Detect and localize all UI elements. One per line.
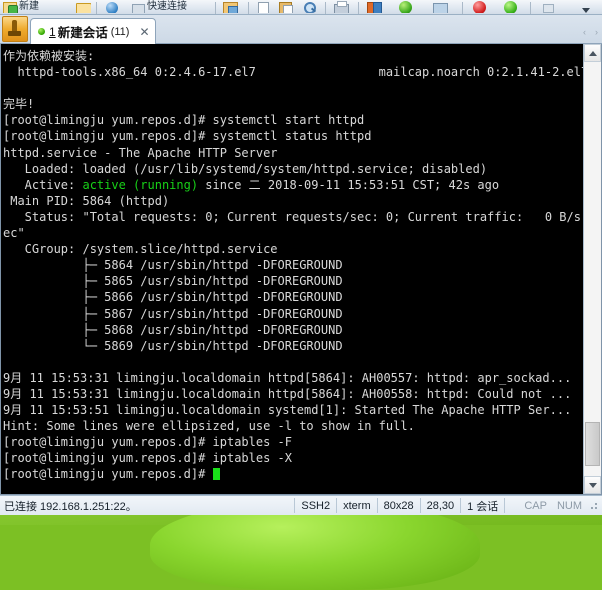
chevron-down-icon (588, 482, 597, 488)
terminal-line: [root@limingju yum.repos.d]# iptables -F (3, 435, 292, 450)
toolbar-button-connect[interactable] (104, 0, 120, 13)
toolbar-button-copy[interactable] (256, 0, 272, 13)
terminal-line: Active: active (running) since 二 2018-09… (3, 177, 500, 192)
terminal-line: ├─ 5865 /usr/sbin/httpd -DFOREGROUND (3, 274, 343, 289)
scrollbar-thumb[interactable] (585, 422, 600, 466)
sftp-icon (432, 0, 448, 13)
terminal-line: [root@limingju yum.repos.d]# systemctl s… (3, 129, 372, 144)
transfer-icon (222, 0, 238, 13)
status-protocol: SSH2 (294, 498, 336, 513)
terminal-line: CGroup: /system.slice/httpd.service (3, 242, 278, 257)
chevron-up-icon (588, 50, 597, 56)
toolbar-button-properties[interactable] (398, 0, 414, 13)
status-size: 80x28 (376, 498, 420, 513)
terminal-line: [root@limingju yum.repos.d]# iptables -X (3, 451, 292, 466)
scroll-down-button[interactable] (584, 476, 601, 494)
tab-nav-next-icon[interactable]: › (595, 28, 598, 37)
reconnect-green-icon (503, 0, 519, 13)
status-bar: 已连接 192.168.1.251:22。 SSH2 xterm 80x28 2… (0, 495, 602, 515)
terminal-line: ├─ 5866 /usr/sbin/httpd -DFOREGROUND (3, 290, 343, 305)
status-num-indicator: NUM (556, 499, 582, 512)
terminal-line: 完毕! (3, 97, 35, 112)
tab-number: 1 (49, 24, 56, 39)
toolbar-overflow-chevron-icon[interactable] (582, 8, 590, 13)
copy-icon (256, 0, 272, 13)
terminal-line: 9月 11 15:53:31 limingju.localdomain http… (3, 386, 572, 401)
terminal-line: 9月 11 15:53:51 limingju.localdomain syst… (3, 403, 572, 418)
status-connection: 已连接 192.168.1.251:22。 (4, 500, 137, 513)
tab-nav-controls: ‹ › (583, 28, 598, 37)
toolbar-button-new-session[interactable]: 新建 (2, 0, 39, 13)
toolbar-button-transfer[interactable] (222, 0, 238, 13)
tab-session-1[interactable]: 1 新建会话 (11) ✕ (30, 18, 156, 44)
connected-green-dot-icon (38, 28, 45, 35)
terminal-line: ├─ 5868 /usr/sbin/httpd -DFOREGROUND (3, 322, 343, 337)
terminal-line: Status: "Total requests: 0; Current requ… (3, 209, 581, 224)
paste-icon (278, 0, 294, 13)
tab-count: (11) (110, 25, 130, 38)
terminal-area: 作为依赖被安装: httpd-tools.x86_64 0:2.4.6-17.e… (0, 44, 602, 495)
terminal-output[interactable]: 作为依赖被安装: httpd-tools.x86_64 0:2.4.6-17.e… (1, 44, 583, 494)
new-session-icon (2, 0, 18, 13)
terminal-line: httpd-tools.x86_64 0:2.4.6-17.el7 mailca… (3, 65, 583, 80)
terminal-line: ├─ 5864 /usr/sbin/httpd -DFOREGROUND (3, 258, 343, 273)
terminal-line: 9月 11 15:53:31 limingju.localdomain http… (3, 370, 572, 385)
toolbar-button-quick-connect[interactable]: 快速连接 (130, 0, 187, 13)
toolbar-button-find[interactable] (302, 0, 318, 13)
toolbar-button-sftp[interactable] (432, 0, 448, 13)
resize-grip-icon[interactable] (587, 499, 600, 512)
tab-title: 新建会话 (57, 26, 108, 40)
terminal-line: Hint: Some lines were ellipsized, use -l… (3, 419, 415, 434)
terminal-line: httpd.service - The Apache HTTP Server (3, 145, 278, 160)
status-caps-indicator: CAP (524, 499, 547, 512)
terminal-line: [root@limingju yum.repos.d]# (3, 466, 583, 482)
toolbar-label-quick-connect: 快速连接 (147, 1, 187, 12)
quick-connect-icon (130, 0, 146, 13)
toolbar-button-paste[interactable] (278, 0, 294, 13)
globe-green-icon (398, 0, 414, 13)
securecrt-window: 新建 快速连接 1 新建会话 (11) ✕ ‹ › 作为依赖被安装: httpd… (0, 0, 602, 515)
terminal-line: └─ 5869 /usr/sbin/httpd -DFOREGROUND (3, 338, 343, 353)
toolbar: 新建 快速连接 (0, 0, 602, 15)
session-manager-icon[interactable] (2, 16, 28, 42)
terminal-line: 作为依赖被安装: (3, 49, 95, 63)
toolbar-button-disconnect[interactable] (472, 0, 488, 13)
terminal-line: Loaded: loaded (/usr/lib/systemd/system/… (3, 161, 488, 176)
globe-icon (104, 0, 120, 13)
terminal-line: Main PID: 5864 (httpd) (3, 193, 170, 208)
toolbar-button-print[interactable] (333, 0, 349, 13)
tab-close-icon[interactable]: ✕ (139, 26, 149, 38)
printer-icon (333, 0, 349, 13)
more-icon (540, 0, 556, 13)
terminal-line: ├─ 5867 /usr/sbin/httpd -DFOREGROUND (3, 306, 343, 321)
terminal-scrollbar[interactable] (583, 44, 601, 494)
toolbar-label-new-session: 新建 (19, 1, 39, 12)
toolbar-button-reconnect[interactable] (503, 0, 519, 13)
toolbar-button-log[interactable] (366, 0, 382, 13)
scrollbar-track[interactable] (584, 62, 601, 476)
disconnect-red-icon (472, 0, 488, 13)
status-emulation: xterm (336, 498, 377, 513)
tab-nav-prev-icon[interactable]: ‹ (583, 28, 586, 37)
scroll-up-button[interactable] (584, 44, 601, 62)
tab-bar: 1 新建会话 (11) ✕ ‹ › (0, 15, 602, 44)
terminal-line: [root@limingju yum.repos.d]# systemctl s… (3, 113, 365, 128)
toolbar-button-more[interactable] (540, 0, 556, 13)
terminal-line: ec" (3, 226, 25, 241)
search-icon (302, 0, 318, 13)
folder-icon (75, 0, 91, 13)
status-cursor-position: 28,30 (419, 498, 461, 513)
status-session-count: 1 会话 (460, 498, 504, 513)
terminal-cursor (212, 468, 220, 481)
log-icon (366, 0, 382, 13)
toolbar-button-open-folder[interactable] (75, 0, 91, 13)
